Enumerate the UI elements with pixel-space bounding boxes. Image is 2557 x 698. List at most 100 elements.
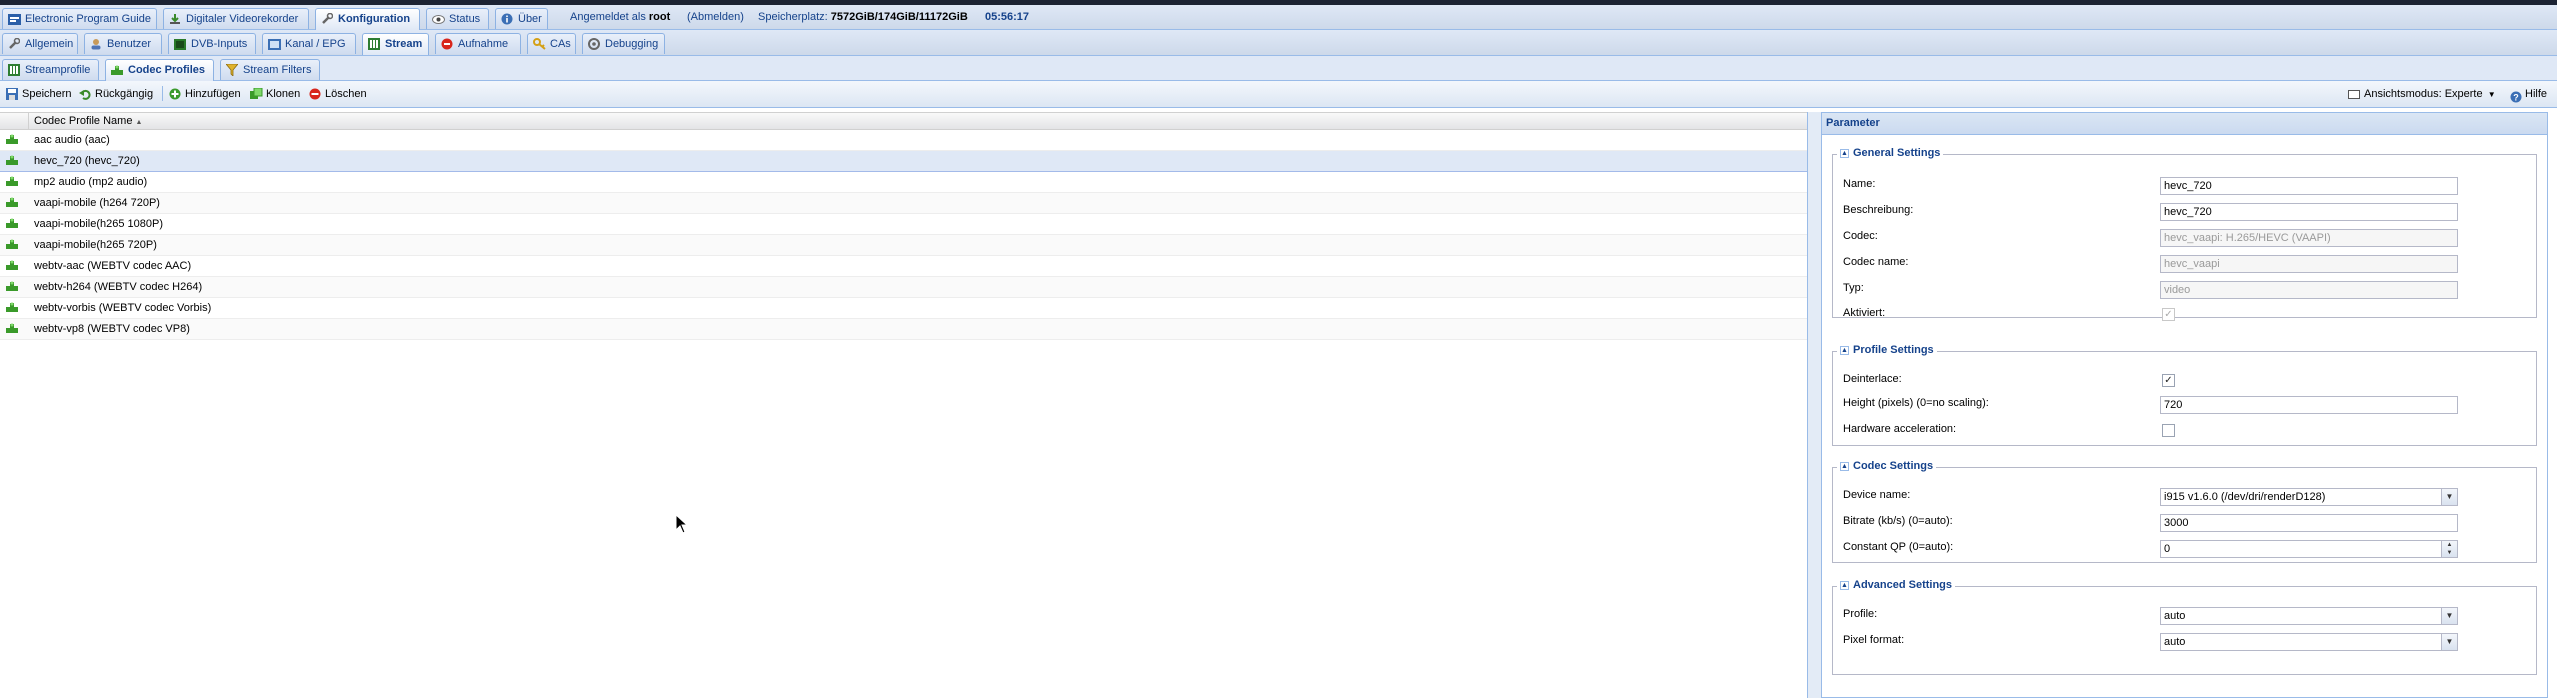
- undo-icon: [78, 87, 92, 101]
- tab-kanal-epg[interactable]: Kanal / EPG: [262, 33, 356, 54]
- table-row[interactable]: vaapi-mobile (h264 720P): [0, 193, 1807, 214]
- pixel-format-select[interactable]: auto ▼: [2160, 633, 2458, 651]
- row-label: hevc_720 (hevc_720): [34, 155, 140, 167]
- table-row[interactable]: webtv-aac (WEBTV codec AAC): [0, 256, 1807, 277]
- help-button[interactable]: ? Hilfe: [2510, 82, 2547, 107]
- view-mode-menu[interactable]: Ansichtsmodus: Experte ▼: [2348, 82, 2496, 107]
- chevron-down-icon[interactable]: ▼: [2441, 634, 2457, 650]
- panel-title: Parameter: [1822, 113, 2547, 135]
- table-row[interactable]: vaapi-mobile(h265 720P): [0, 235, 1807, 256]
- collapse-icon: ▲: [1840, 580, 1849, 590]
- collapse-icon: ▲: [1840, 345, 1849, 355]
- tab-about[interactable]: Über: [495, 8, 548, 29]
- device-name-select[interactable]: i915 v1.6.0 (/dev/dri/renderD128) ▼: [2160, 488, 2458, 506]
- pixel-format-label: Pixel format:: [1843, 634, 1905, 646]
- tab-codec-profiles[interactable]: Codec Profiles: [105, 59, 214, 81]
- codec-profile-icon: [5, 259, 21, 273]
- stream-icon: [367, 37, 381, 51]
- dvr-icon: [168, 12, 182, 26]
- tab-aufnahme[interactable]: Aufnahme: [435, 33, 521, 54]
- codec-name-field: hevc_vaapi: [2160, 255, 2458, 273]
- tab-stream-filters[interactable]: Stream Filters: [220, 59, 320, 80]
- tab-epg[interactable]: Electronic Program Guide: [2, 8, 157, 29]
- tab-dvr[interactable]: Digitaler Videorekorder: [163, 8, 309, 29]
- general-settings-fieldset: ▲ General Settings Name: hevc_720 Beschre…: [1832, 147, 2537, 321]
- splitter[interactable]: [1807, 112, 1821, 698]
- delete-button[interactable]: Löschen: [307, 82, 367, 107]
- config-tab-bar: Allgemein Benutzer DVB-Inputs Kanal / EP…: [0, 30, 2557, 56]
- mouse-cursor-icon: [675, 513, 689, 535]
- tab-allgemein[interactable]: Allgemein: [2, 33, 78, 54]
- spinner-icon[interactable]: ▲ ▼: [2441, 541, 2457, 557]
- epg-icon: [7, 12, 21, 26]
- codec-profile-icon: [5, 322, 21, 336]
- column-header-codec-profile-name[interactable]: Codec Profile Name ▲: [34, 113, 142, 131]
- constant-qp-stepper[interactable]: 0 ▲ ▼: [2160, 540, 2458, 558]
- tab-benutzer[interactable]: Benutzer: [84, 33, 162, 54]
- table-row[interactable]: webtv-h264 (WEBTV codec H264): [0, 277, 1807, 298]
- codec-settings-legend[interactable]: ▲ Codec Settings: [1837, 460, 1937, 472]
- parameter-panel: Parameter ▲ General Settings Name: hevc_7…: [1821, 112, 2548, 698]
- tab-konfiguration[interactable]: Konfiguration: [315, 8, 420, 30]
- codec-profile-icon: [5, 217, 21, 231]
- wrench-icon: [320, 12, 334, 26]
- grid-header-icon-column: [0, 113, 29, 130]
- row-label: vaapi-mobile (h264 720P): [34, 197, 160, 209]
- profile-settings-legend[interactable]: ▲ Profile Settings: [1837, 344, 1937, 356]
- advanced-settings-legend[interactable]: ▲ Advanced Settings: [1837, 579, 1956, 591]
- height-field[interactable]: 720: [2160, 396, 2458, 414]
- delete-icon: [308, 87, 322, 101]
- table-row[interactable]: vaapi-mobile(h265 1080P): [0, 214, 1807, 235]
- tab-stream[interactable]: Stream: [362, 33, 429, 55]
- stream-tab-bar: Streamprofile Codec Profiles Stream Filt…: [0, 56, 2557, 81]
- toolbar-separator: [162, 86, 163, 101]
- login-user: root: [648, 11, 671, 23]
- clock: 05:56:17: [985, 11, 1030, 23]
- table-row[interactable]: hevc_720 (hevc_720): [0, 151, 1807, 172]
- deinterlace-label: Deinterlace:: [1843, 373, 1902, 385]
- info-icon: [500, 12, 514, 26]
- tab-status[interactable]: Status: [426, 8, 489, 29]
- tab-cas[interactable]: CAs: [527, 33, 576, 54]
- table-row[interactable]: webtv-vp8 (WEBTV codec VP8): [0, 319, 1807, 340]
- profile-select[interactable]: auto ▼: [2160, 607, 2458, 625]
- profile-icon: [7, 63, 21, 77]
- channel-icon: [267, 37, 281, 51]
- bitrate-field[interactable]: 3000: [2160, 514, 2458, 532]
- add-button[interactable]: Hinzufügen: [167, 82, 241, 107]
- key-icon: [532, 37, 546, 51]
- description-field[interactable]: hevc_720: [2160, 203, 2458, 221]
- chevron-down-icon[interactable]: ▼: [2441, 608, 2457, 624]
- clone-button[interactable]: Klonen: [248, 82, 300, 107]
- profile-settings-fieldset: ▲ Profile Settings Deinterlace: ✓ Height …: [1832, 344, 2537, 446]
- hwaccel-checkbox[interactable]: [2162, 424, 2175, 437]
- chevron-down-icon[interactable]: ▼: [2441, 489, 2457, 505]
- logout-link[interactable]: (Abmelden): [687, 5, 744, 30]
- chevron-down-icon: ▼: [2487, 90, 2496, 99]
- tab-dvb-inputs[interactable]: DVB-Inputs: [168, 33, 256, 54]
- general-settings-legend[interactable]: ▲ General Settings: [1837, 147, 1944, 159]
- codec-profile-icon: [5, 280, 21, 294]
- table-row[interactable]: webtv-vorbis (WEBTV codec Vorbis): [0, 298, 1807, 319]
- codec-field: hevc_vaapi: H.265/HEVC (VAAPI): [2160, 229, 2458, 247]
- codec-profile-icon: [5, 238, 21, 252]
- codec-label: Codec:: [1843, 230, 1878, 242]
- save-icon: [5, 87, 19, 101]
- table-row[interactable]: aac audio (aac): [0, 130, 1807, 151]
- tab-streamprofile[interactable]: Streamprofile: [2, 59, 99, 80]
- tab-debugging[interactable]: Debugging: [582, 33, 665, 54]
- dvb-icon: [173, 37, 187, 51]
- name-field[interactable]: hevc_720: [2160, 177, 2458, 195]
- type-label: Typ:: [1843, 282, 1864, 294]
- table-row[interactable]: mp2 audio (mp2 audio): [0, 172, 1807, 193]
- row-label: webtv-h264 (WEBTV codec H264): [34, 281, 203, 293]
- save-button[interactable]: Speichern: [4, 82, 72, 107]
- add-icon: [168, 87, 182, 101]
- general-icon: [7, 37, 21, 51]
- sort-asc-icon: ▲: [135, 119, 143, 126]
- undo-button[interactable]: Rückgängig: [77, 82, 153, 107]
- record-icon: [440, 37, 454, 51]
- device-name-label: Device name:: [1843, 489, 1911, 501]
- deinterlace-checkbox[interactable]: ✓: [2162, 374, 2175, 387]
- storage-info: Speicherplatz: 7572GiB/174GiB/11172GiB: [758, 11, 968, 23]
